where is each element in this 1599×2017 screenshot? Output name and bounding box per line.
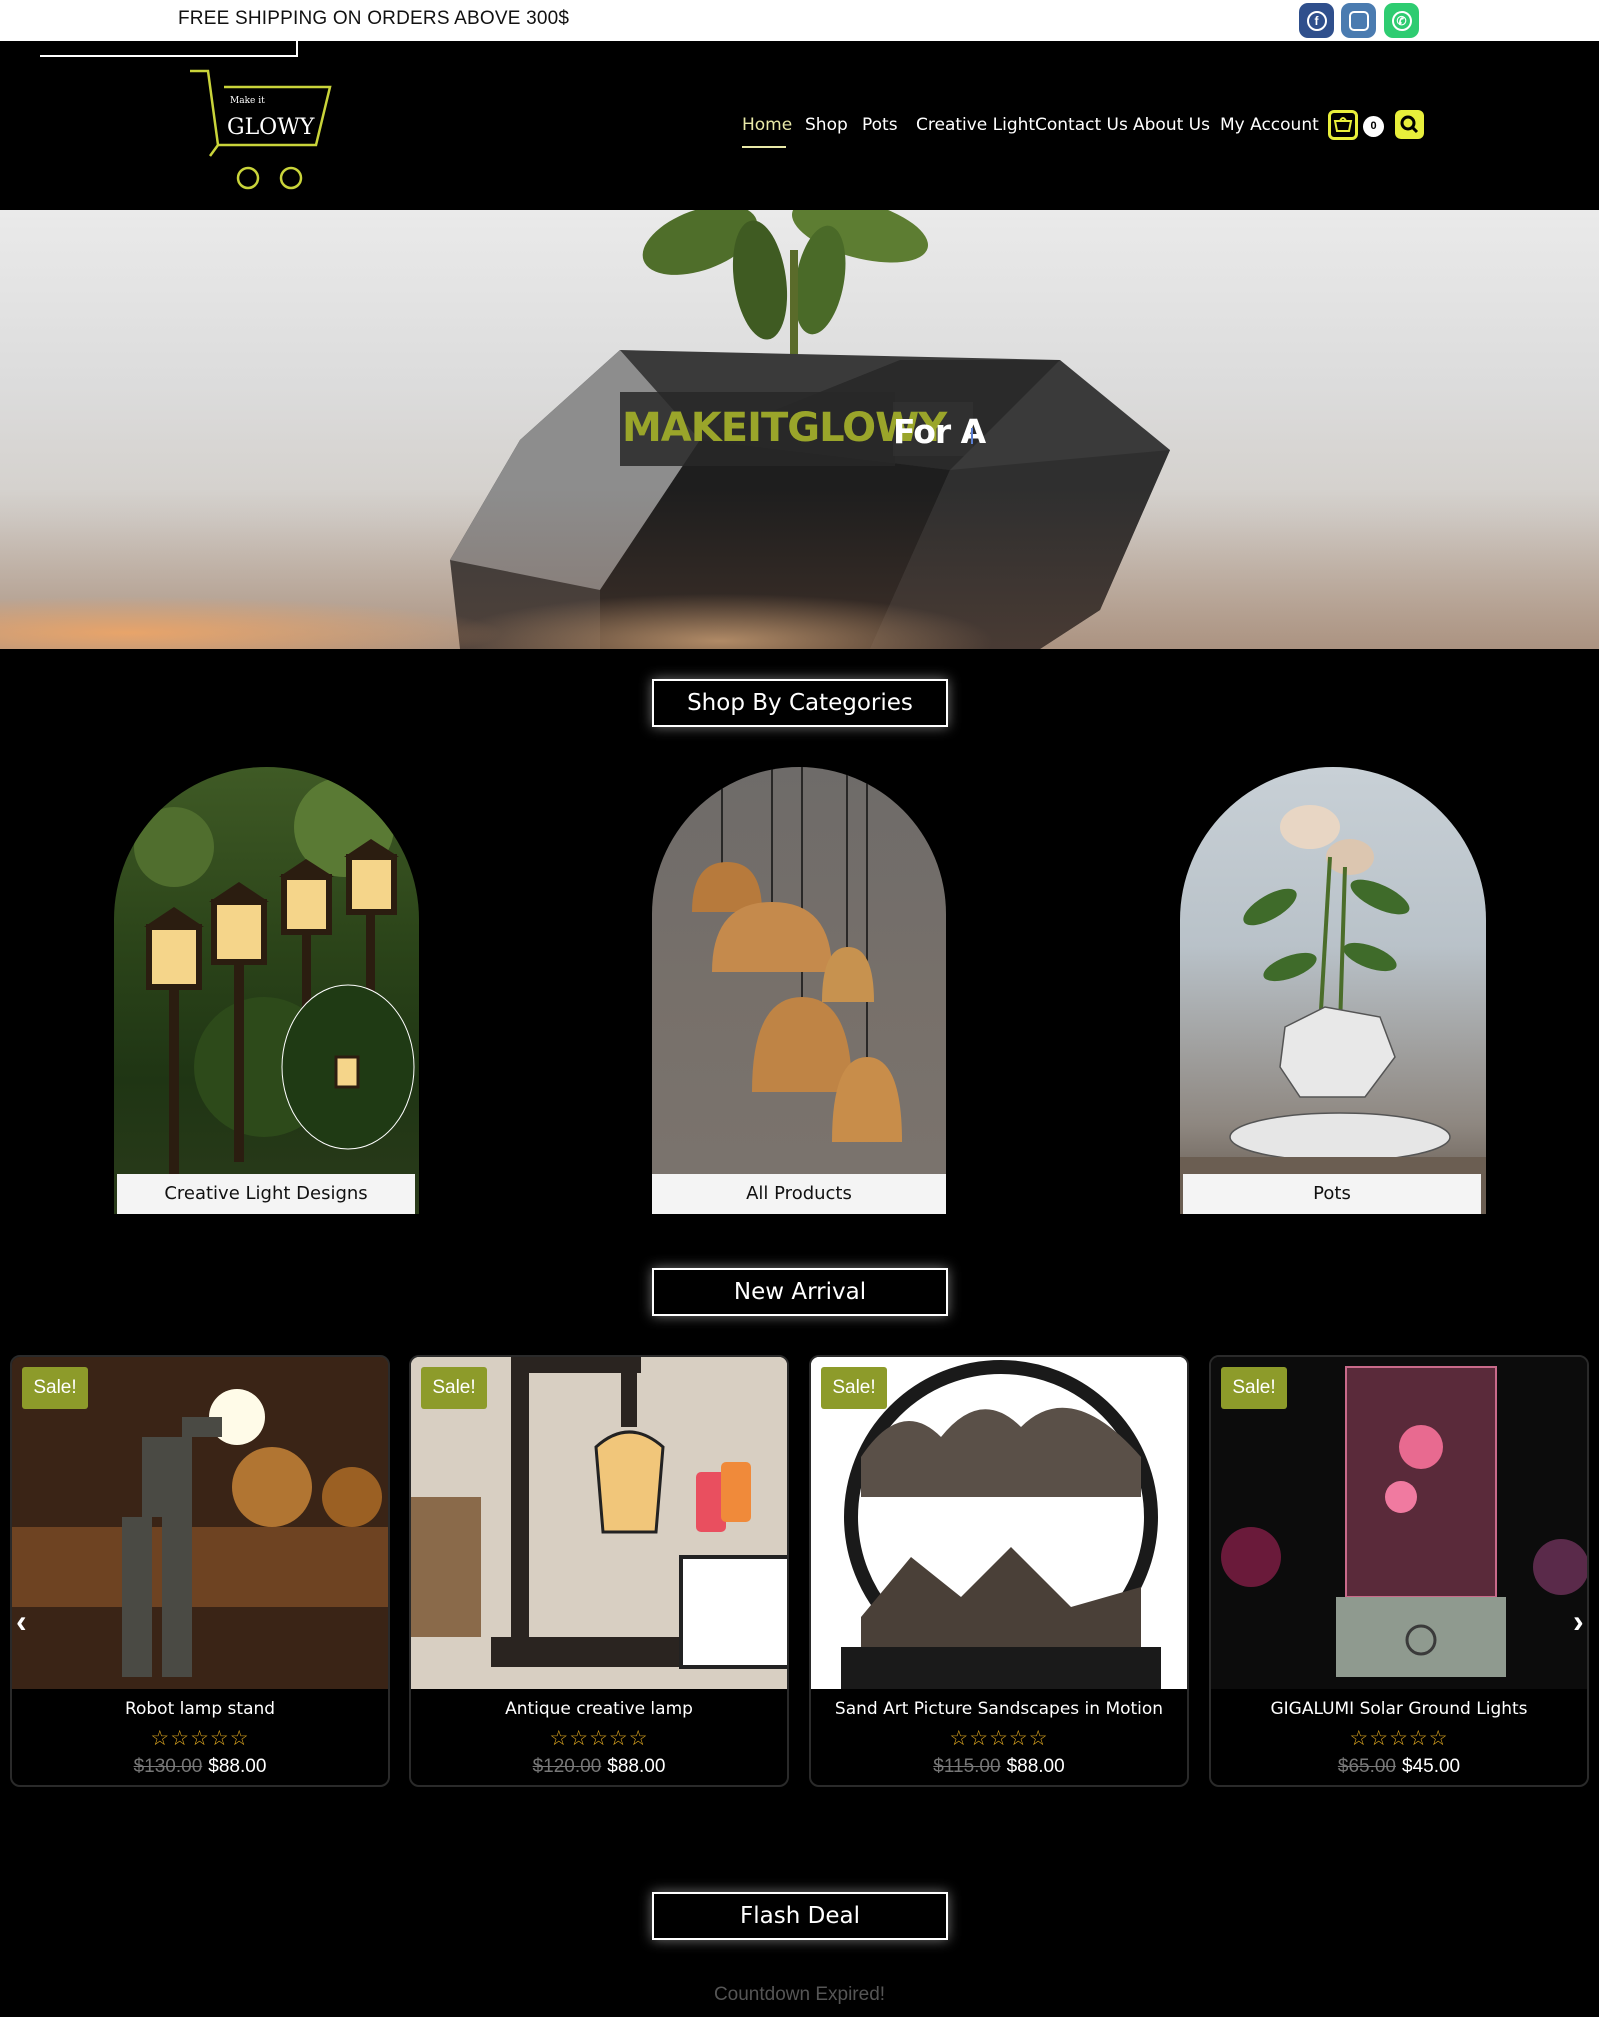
category-label: Creative Light Designs — [117, 1174, 415, 1214]
cart-count-badge: 0 — [1363, 116, 1384, 137]
rating-stars: ☆☆☆☆☆ — [1349, 1727, 1449, 1750]
typing-caret — [971, 428, 973, 444]
logo-divider — [40, 55, 297, 57]
category-card-pots[interactable]: Pots — [1180, 767, 1486, 1214]
search-button[interactable] — [1395, 110, 1424, 139]
flash-deal-heading: Flash Deal — [652, 1892, 948, 1940]
facebook-icon: f — [1306, 10, 1327, 31]
hero-bokeh — [0, 489, 1599, 649]
product-card[interactable]: Sale! Sand Art Picture Sandscapes in Mot… — [809, 1355, 1189, 1787]
sale-price: $88.00 — [1006, 1756, 1065, 1777]
rating-stars: ☆☆☆☆☆ — [150, 1727, 250, 1750]
cart-button[interactable] — [1328, 110, 1358, 140]
product-name[interactable]: Robot lamp stand — [12, 1699, 388, 1719]
product-name[interactable]: Sand Art Picture Sandscapes in Motion — [811, 1699, 1187, 1719]
instagram-link[interactable] — [1341, 3, 1376, 38]
category-label: All Products — [652, 1174, 946, 1214]
facebook-link[interactable]: f — [1299, 3, 1334, 38]
site-header: Make it GLOWY Home Shop Pots Creative Li… — [0, 41, 1599, 210]
product-price: $115.00 $88.00 — [811, 1756, 1187, 1778]
product-price: $130.00 $88.00 — [12, 1756, 388, 1778]
cart-icon — [1333, 117, 1353, 132]
nav-active-underline — [742, 146, 786, 148]
site-logo[interactable]: Make it GLOWY — [190, 61, 340, 191]
new-arrival-heading: New Arrival — [652, 1268, 948, 1316]
product-name[interactable]: GIGALUMI Solar Ground Lights — [1211, 1699, 1587, 1719]
product-card[interactable]: Sale! Antique creative lamp ☆☆☆☆☆ $120.0… — [409, 1355, 789, 1787]
nav-shop[interactable]: Shop — [805, 115, 848, 135]
product-price: $120.00 $88.00 — [411, 1756, 787, 1778]
sale-badge: Sale! — [22, 1367, 88, 1409]
sale-price: $88.00 — [607, 1756, 666, 1777]
nav-about-us[interactable]: About Us — [1133, 115, 1210, 135]
nav-creative-light[interactable]: Creative Light — [916, 115, 1035, 135]
logo-tagline: Make it — [230, 96, 265, 106]
product-price: $65.00 $45.00 — [1211, 1756, 1587, 1778]
sale-badge: Sale! — [821, 1367, 887, 1409]
categories-heading: Shop By Categories — [652, 679, 948, 727]
category-image-floating-pot — [1180, 805, 1486, 1214]
old-price: $65.00 — [1337, 1756, 1396, 1777]
logo-divider-vertical — [296, 41, 298, 57]
product-card[interactable]: Sale! Robot lamp stand ☆☆☆☆☆ $130.00 $88.… — [10, 1355, 390, 1787]
nav-pots[interactable]: Pots — [862, 115, 898, 135]
rating-stars: ☆☆☆☆☆ — [949, 1727, 1049, 1750]
top-bar: FREE SHIPPING ON ORDERS ABOVE 300$ f ✆ — [0, 0, 1599, 41]
whatsapp-link[interactable]: ✆ — [1384, 3, 1419, 38]
carousel-next-arrow[interactable]: › — [1573, 1603, 1584, 1640]
rating-stars: ☆☆☆☆☆ — [549, 1727, 649, 1750]
nav-my-account[interactable]: My Account — [1220, 115, 1319, 135]
carousel-prev-arrow[interactable]: ‹ — [16, 1603, 27, 1640]
product-name[interactable]: Antique creative lamp — [411, 1699, 787, 1719]
nav-contact-us[interactable]: Contact Us — [1035, 115, 1128, 135]
category-image-pendant-lamps — [692, 767, 902, 1142]
category-label: Pots — [1183, 1174, 1481, 1214]
sale-price: $45.00 — [1402, 1756, 1461, 1777]
old-price: $120.00 — [532, 1756, 602, 1777]
old-price: $115.00 — [933, 1756, 1001, 1777]
hero-banner: MAKEITGLOWY For A — [0, 210, 1599, 649]
search-icon — [1400, 115, 1419, 134]
category-card-all-products[interactable]: All Products — [652, 767, 946, 1214]
old-price: $130.00 — [133, 1756, 203, 1777]
instagram-icon — [1348, 10, 1369, 31]
whatsapp-icon: ✆ — [1391, 10, 1412, 31]
category-image-lanterns — [134, 777, 415, 1187]
logo-text: GLOWY — [227, 115, 315, 140]
nav-home[interactable]: Home — [742, 115, 792, 135]
sale-badge: Sale! — [421, 1367, 487, 1409]
countdown-status: Countdown Expired! — [713, 1984, 886, 2005]
product-card[interactable]: Sale! GIGALUMI Solar Ground Lights ☆☆☆☆☆… — [1209, 1355, 1589, 1787]
sale-price: $88.00 — [208, 1756, 267, 1777]
sale-badge: Sale! — [1221, 1367, 1287, 1409]
shipping-promo: FREE SHIPPING ON ORDERS ABOVE 300$ — [178, 8, 570, 29]
category-card-creative-light[interactable]: Creative Light Designs — [114, 767, 419, 1214]
